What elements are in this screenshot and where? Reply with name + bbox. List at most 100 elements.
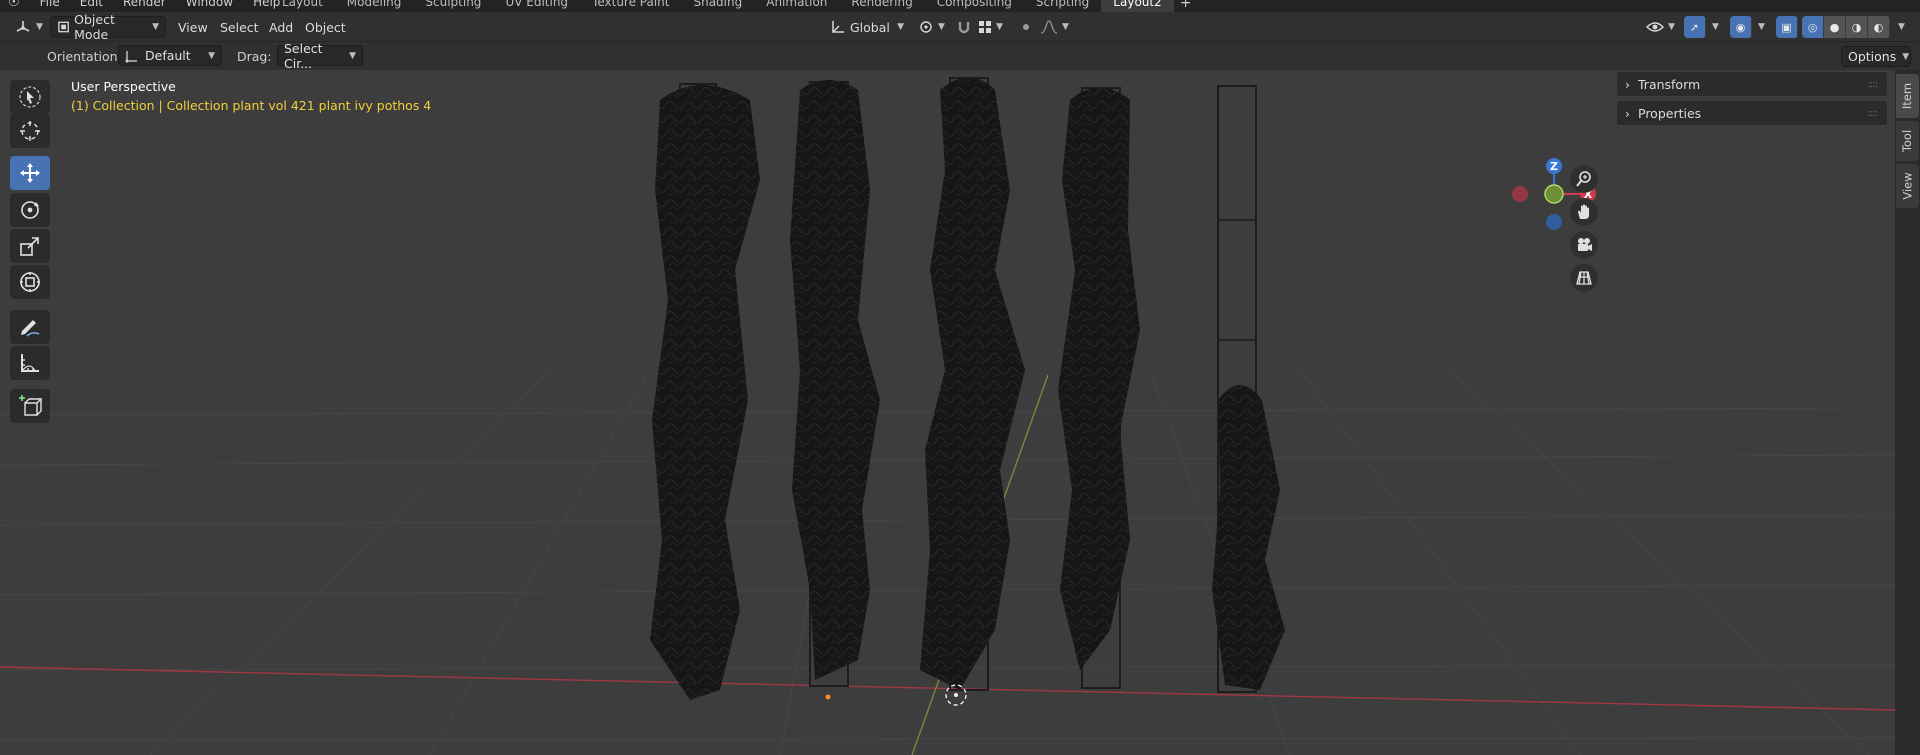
transform-icon bbox=[20, 272, 40, 292]
ivy-pole-5[interactable] bbox=[1212, 85, 1285, 693]
sidebar-tabs: Item Tool View bbox=[1895, 70, 1920, 755]
rendered-shading-icon[interactable]: ◐ bbox=[1868, 16, 1890, 38]
viewport-scene[interactable] bbox=[0, 70, 1895, 755]
ivy-pole-3[interactable] bbox=[920, 77, 1025, 706]
gizmo-dropdown[interactable]: ▼ bbox=[1706, 16, 1725, 38]
tool-settings-bar: Orientation: Default ▼ Drag: Select Cir.… bbox=[0, 41, 1920, 71]
shading-dropdown[interactable]: ▼ bbox=[1892, 16, 1911, 38]
menu-window[interactable]: Window bbox=[186, 0, 233, 10]
add-workspace-button[interactable]: + bbox=[1180, 0, 1192, 12]
perspective-toggle-button[interactable] bbox=[1570, 264, 1598, 292]
tab-compositing[interactable]: Compositing bbox=[925, 0, 1024, 12]
tab-view[interactable]: View bbox=[1896, 164, 1919, 208]
tab-rendering[interactable]: Rendering bbox=[839, 0, 924, 12]
object-menu[interactable]: Object bbox=[299, 16, 352, 38]
rotate-icon bbox=[21, 201, 39, 219]
transform-panel-header[interactable]: › Transform :::: bbox=[1617, 72, 1887, 96]
zoom-button[interactable] bbox=[1570, 165, 1598, 193]
orientation-global-icon bbox=[832, 21, 844, 33]
tool-scale[interactable] bbox=[10, 229, 50, 263]
camera-view-button[interactable] bbox=[1570, 231, 1598, 259]
menu-edit[interactable]: Edit bbox=[80, 0, 103, 10]
orientation-label: Orientation: bbox=[47, 49, 122, 64]
viewport-title: User Perspective bbox=[71, 79, 176, 94]
material-preview-icon[interactable]: ◑ bbox=[1846, 16, 1868, 38]
properties-panel-label: Properties bbox=[1638, 105, 1702, 121]
gizmo-z-label: Z bbox=[1550, 160, 1558, 173]
scale-icon bbox=[20, 237, 39, 256]
3d-viewport[interactable]: User Perspective (1) Collection | Collec… bbox=[0, 70, 1895, 755]
xray-icon[interactable]: ▣ bbox=[1776, 16, 1798, 38]
zoom-icon bbox=[1576, 171, 1591, 187]
wireframe-shading-icon[interactable]: ◎ bbox=[1802, 16, 1824, 38]
xray-toggle-group: ▣ bbox=[1776, 16, 1798, 38]
drag-grip-icon[interactable]: :::: bbox=[1868, 79, 1879, 90]
proportional-icon bbox=[1023, 24, 1029, 30]
overlays-dropdown[interactable]: ▼ bbox=[1752, 16, 1771, 38]
properties-panel-header[interactable]: › Properties :::: bbox=[1617, 101, 1887, 125]
visibility-dropdown[interactable]: ▼ bbox=[1640, 16, 1681, 38]
overlay-toggle-group: ◉ bbox=[1730, 16, 1752, 38]
chevron-down-icon: ▼ bbox=[1062, 22, 1069, 32]
tab-texture-paint[interactable]: Texture Paint bbox=[580, 0, 681, 12]
gizmo-toggle-icon[interactable]: ➚ bbox=[1684, 16, 1706, 38]
mode-dropdown[interactable]: Object Mode ▼ bbox=[50, 12, 166, 42]
tab-scripting[interactable]: Scripting bbox=[1024, 0, 1101, 12]
orientation-value: Default bbox=[145, 48, 191, 63]
add-cube-icon bbox=[19, 395, 42, 416]
orientation-label: Global bbox=[850, 19, 890, 35]
tool-move[interactable] bbox=[10, 156, 50, 190]
chevron-down-icon: ▼ bbox=[349, 50, 356, 61]
solid-shading-icon[interactable]: ● bbox=[1824, 16, 1846, 38]
tab-tool[interactable]: Tool bbox=[1896, 121, 1919, 161]
chevron-down-icon: ▼ bbox=[36, 22, 43, 32]
hand-pan-icon bbox=[1578, 204, 1589, 219]
editor-type-button[interactable]: ▼ bbox=[8, 16, 49, 38]
mode-label: Object Mode bbox=[74, 12, 115, 42]
pivot-point-dropdown[interactable]: ▼ bbox=[912, 16, 951, 38]
tab-layout[interactable]: Layout bbox=[270, 0, 335, 12]
tool-select-box[interactable] bbox=[10, 80, 50, 114]
chevron-down-icon: ▼ bbox=[1902, 51, 1910, 62]
tool-add-cube[interactable] bbox=[10, 389, 50, 423]
tab-layout2[interactable]: Layout2 bbox=[1101, 0, 1174, 12]
falloff-dropdown[interactable]: ▼ bbox=[1034, 16, 1075, 38]
tool-rotate[interactable] bbox=[10, 193, 50, 227]
pivot-icon bbox=[920, 21, 932, 33]
tool-transform[interactable] bbox=[10, 265, 50, 299]
blender-logo-icon[interactable]: ☉ bbox=[8, 0, 20, 10]
tab-uv-editing[interactable]: UV Editing bbox=[493, 0, 580, 12]
tab-modeling[interactable]: Modeling bbox=[335, 0, 414, 12]
chevron-down-icon: ▼ bbox=[1668, 22, 1675, 32]
tool-annotate[interactable] bbox=[10, 310, 50, 344]
ivy-pole-1[interactable] bbox=[650, 83, 760, 700]
select-menu[interactable]: Select bbox=[214, 16, 265, 38]
overlays-icon[interactable]: ◉ bbox=[1730, 16, 1752, 38]
transform-panel-label: Transform bbox=[1638, 76, 1701, 92]
snap-target-dropdown[interactable]: ▼ bbox=[972, 16, 1009, 38]
tool-measure[interactable] bbox=[10, 346, 50, 380]
drag-dropdown[interactable]: Select Cir... ▼ bbox=[277, 41, 363, 71]
view-menu[interactable]: View bbox=[172, 16, 214, 38]
transform-orientation-dropdown[interactable]: Global ▼ bbox=[824, 16, 910, 38]
pan-button[interactable] bbox=[1570, 198, 1598, 226]
tab-animation[interactable]: Animation bbox=[754, 0, 839, 12]
object-mode-icon bbox=[58, 21, 69, 33]
tool-cursor[interactable] bbox=[10, 114, 50, 148]
ivy-pole-2[interactable] bbox=[790, 80, 880, 700]
add-menu[interactable]: Add bbox=[263, 16, 299, 38]
ivy-pole-4[interactable] bbox=[1058, 87, 1140, 689]
options-dropdown[interactable]: Options ▼ bbox=[1841, 46, 1911, 67]
menu-render[interactable]: Render bbox=[123, 0, 166, 10]
tab-sculpting[interactable]: Sculpting bbox=[413, 0, 493, 12]
tab-item[interactable]: Item bbox=[1896, 74, 1919, 118]
chevron-down-icon: ▼ bbox=[996, 22, 1003, 32]
tab-shading[interactable]: Shading bbox=[681, 0, 754, 12]
chevron-down-icon: ▼ bbox=[208, 50, 215, 61]
orientation-dropdown[interactable]: Default ▼ bbox=[118, 45, 222, 66]
menu-file[interactable]: File bbox=[40, 0, 60, 10]
drag-grip-icon[interactable]: :::: bbox=[1868, 108, 1879, 119]
chevron-down-icon: ▼ bbox=[938, 22, 945, 32]
viewport-header: ▼ Object Mode ▼ View Select Add Object G… bbox=[0, 12, 1920, 42]
3d-viewport-icon bbox=[16, 21, 30, 32]
